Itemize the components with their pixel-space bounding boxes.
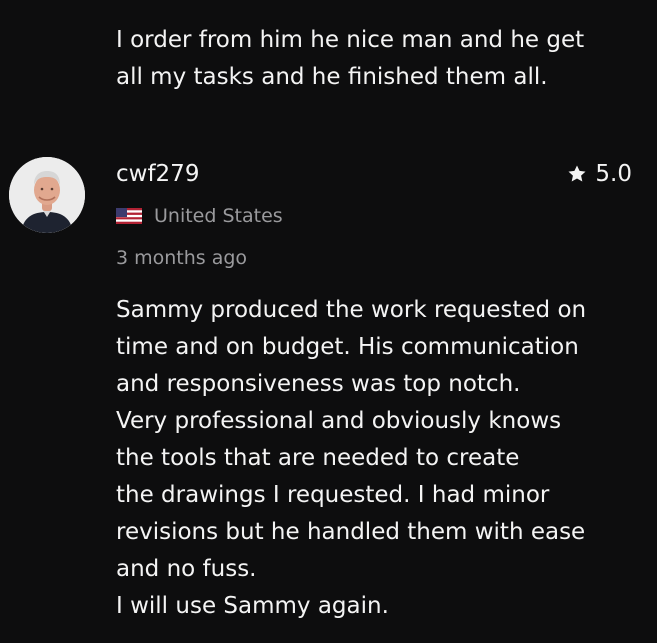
review-line: all my tasks and he finished them all. — [116, 64, 548, 90]
review-line: the tools that are needed to create — [116, 445, 520, 471]
country-name: United States — [154, 205, 283, 227]
us-flag-icon — [116, 208, 142, 224]
avatar[interactable] — [9, 157, 85, 233]
review-line: and responsiveness was top notch. — [116, 371, 521, 397]
rating: 5.0 — [567, 158, 632, 190]
review-text: Sammy produced the work requested on tim… — [116, 292, 651, 625]
rating-value: 5.0 — [595, 161, 632, 187]
review-line: and no fuss. — [116, 556, 257, 582]
review-line: Very professional and obviously knows — [116, 408, 562, 434]
review-line: I will use Sammy again. — [116, 593, 389, 619]
review-time: 3 months ago — [116, 247, 248, 269]
avatar-photo — [9, 157, 85, 233]
reviewer-country: United States — [116, 202, 283, 230]
review-line: time and on budget. His communication — [116, 334, 579, 360]
previous-review-text: I order from him he nice man and he get … — [116, 22, 646, 96]
review-line: the drawings I requested. I had minor — [116, 482, 550, 508]
review-line: Sammy produced the work requested on — [116, 297, 587, 323]
review-line: I order from him he nice man and he get — [116, 27, 585, 53]
star-icon — [568, 165, 586, 182]
review-line: revisions but he handled them with ease — [116, 519, 586, 545]
reviewer-name[interactable]: cwf279 — [116, 158, 199, 190]
